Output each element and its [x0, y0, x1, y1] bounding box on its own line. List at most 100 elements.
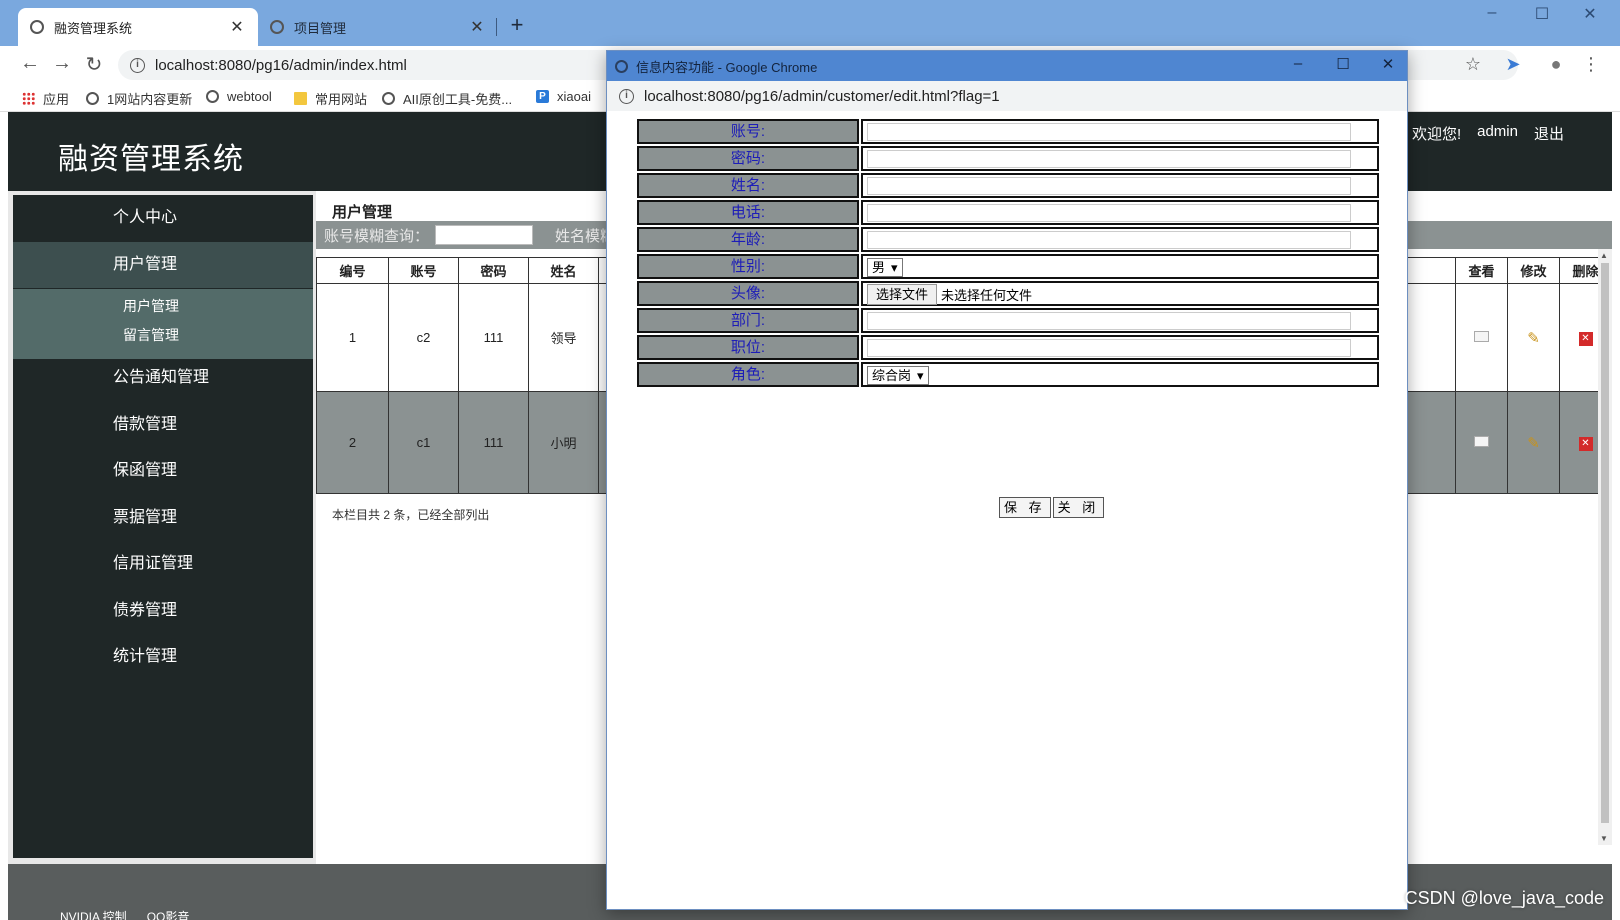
field-label: 姓名: — [637, 173, 859, 198]
sidebar-item-guarantees[interactable]: 保函管理 — [13, 448, 313, 494]
maximize-icon[interactable]: ☐ — [1332, 55, 1354, 73]
gender-select[interactable]: 男 ▾ — [867, 258, 903, 277]
bookmark-item[interactable]: AII原创工具-免费... — [382, 89, 512, 108]
form-row-age: 年龄: — [637, 227, 1379, 254]
globe-icon — [615, 59, 628, 73]
close-icon[interactable]: ✕ — [228, 17, 246, 37]
bookmark-item[interactable]: 常用网站 — [294, 89, 367, 108]
close-button[interactable]: 关 闭 — [1052, 497, 1105, 518]
department-input[interactable] — [867, 312, 1351, 330]
url-text: localhost:8080/pg16/admin/index.html — [155, 56, 407, 74]
cell-id: 2 — [316, 391, 389, 494]
field-label: 角色: — [637, 362, 859, 387]
bookmark-item[interactable]: 1网站内容更新 — [86, 89, 192, 108]
info-icon[interactable]: i — [130, 57, 145, 73]
info-icon[interactable]: i — [619, 88, 634, 104]
scroll-thumb[interactable] — [1601, 263, 1609, 823]
view-icon[interactable] — [1474, 331, 1489, 342]
col-header: 查看 — [1455, 257, 1508, 284]
popup-titlebar: 信息内容功能 - Google Chrome – ☐ ✕ — [607, 51, 1407, 81]
close-icon[interactable]: ✕ — [468, 17, 486, 37]
view-icon[interactable] — [1474, 436, 1489, 447]
col-header: 账号 — [388, 257, 459, 284]
user-info: 欢迎您! admin 退出 — [1412, 123, 1564, 144]
dropdown-arrow-icon: ▾ — [891, 260, 898, 275]
star-icon[interactable]: ☆ — [1462, 54, 1484, 75]
position-input[interactable] — [867, 339, 1351, 357]
password-input[interactable] — [867, 150, 1351, 168]
tab-financing-system[interactable]: 融资管理系统 ✕ — [18, 8, 258, 46]
globe-icon — [382, 92, 395, 105]
close-window-icon[interactable]: ✕ — [1578, 4, 1602, 24]
menu-icon[interactable]: ⋮ — [1580, 54, 1602, 75]
table-footer: 本栏目共 2 条，已经全部列出 — [332, 508, 490, 522]
scrollbar[interactable]: ▲ ▼ — [1598, 249, 1612, 845]
field-label: 职位: — [637, 335, 859, 360]
popup-title: 信息内容功能 - Google Chrome — [636, 59, 818, 75]
form-row-department: 部门: — [637, 308, 1379, 335]
form-row-account: 账号: — [637, 119, 1379, 146]
account-input[interactable] — [867, 123, 1351, 141]
col-header: 编号 — [316, 257, 389, 284]
form-buttons: 保 存 关 闭 — [999, 497, 1105, 518]
sidebar-item-statistics[interactable]: 统计管理 — [13, 634, 313, 680]
new-tab-button[interactable]: + — [505, 12, 529, 38]
back-icon[interactable]: ← — [18, 52, 42, 75]
sidebar-item-notices[interactable]: 公告通知管理 — [13, 355, 313, 401]
folder-icon — [294, 92, 307, 105]
search-input-account[interactable] — [435, 225, 534, 245]
extension-icon[interactable]: ➤ — [1502, 54, 1524, 75]
username: admin — [1477, 123, 1518, 140]
submenu-item-messages[interactable]: 留言管理 — [123, 325, 179, 345]
cell-edit: ✎ — [1507, 391, 1560, 494]
avatar[interactable]: ● — [1545, 54, 1567, 75]
role-select[interactable]: 综合岗 ▾ — [867, 366, 929, 385]
bookmark-item[interactable]: webtool — [206, 89, 272, 104]
sidebar-item-user-management[interactable]: 用户管理 — [13, 242, 313, 288]
phone-input[interactable] — [867, 204, 1351, 222]
delete-icon[interactable]: ✕ — [1578, 332, 1593, 346]
cell-password: 111 — [458, 283, 529, 392]
reload-icon[interactable]: ↻ — [82, 52, 106, 77]
taskbar: NVIDIA 控制 QQ影音 — [60, 908, 189, 920]
choose-file-button[interactable]: 选择文件 — [867, 284, 938, 305]
submenu-item-users[interactable]: 用户管理 — [123, 296, 179, 316]
cell-name: 领导 — [528, 283, 599, 392]
close-icon[interactable]: ✕ — [1377, 55, 1399, 73]
name-input[interactable] — [867, 177, 1351, 195]
minimize-icon[interactable]: – — [1287, 55, 1309, 72]
pencil-icon[interactable]: ✎ — [1527, 329, 1540, 347]
taskbar-item[interactable]: NVIDIA 控制 — [60, 908, 127, 920]
cell-account: c1 — [388, 391, 459, 494]
bookmark-apps[interactable]: 应用 — [22, 89, 69, 108]
globe-icon — [86, 92, 99, 105]
apps-grid-icon — [22, 92, 35, 105]
scroll-down-icon[interactable]: ▼ — [1600, 834, 1608, 843]
sidebar-item-loans[interactable]: 借款管理 — [13, 402, 313, 448]
field-label: 电话: — [637, 200, 859, 225]
pencil-icon[interactable]: ✎ — [1527, 434, 1540, 452]
scroll-up-icon[interactable]: ▲ — [1600, 251, 1608, 260]
bookmark-item[interactable]: Pxiaoai — [536, 89, 591, 104]
welcome-text: 欢迎您! — [1411, 126, 1462, 143]
popup-window: 信息内容功能 - Google Chrome – ☐ ✕ i localhost… — [606, 50, 1408, 910]
role-value: 综合岗 — [872, 368, 912, 383]
logout-link[interactable]: 退出 — [1534, 123, 1564, 144]
sidebar-item-personal-center[interactable]: 个人中心 — [13, 195, 313, 241]
tab-project-management[interactable]: 项目管理 ✕ — [258, 8, 498, 46]
age-input[interactable] — [867, 231, 1351, 249]
cell-view — [1455, 283, 1508, 392]
forward-icon[interactable]: → — [50, 52, 74, 75]
field-label: 年龄: — [637, 227, 859, 252]
sidebar-item-bills[interactable]: 票据管理 — [13, 495, 313, 541]
cell-id: 1 — [316, 283, 389, 392]
field-label: 账号: — [637, 119, 859, 144]
maximize-icon[interactable]: ☐ — [1530, 4, 1554, 24]
minimize-icon[interactable]: – — [1480, 4, 1504, 22]
app-title: 融资管理系统 — [58, 143, 244, 176]
sidebar-item-bonds[interactable]: 债券管理 — [13, 588, 313, 634]
taskbar-item[interactable]: QQ影音 — [147, 908, 190, 920]
save-button[interactable]: 保 存 — [999, 497, 1051, 518]
delete-icon[interactable]: ✕ — [1578, 437, 1593, 451]
sidebar-item-letters-of-credit[interactable]: 信用证管理 — [13, 541, 313, 587]
